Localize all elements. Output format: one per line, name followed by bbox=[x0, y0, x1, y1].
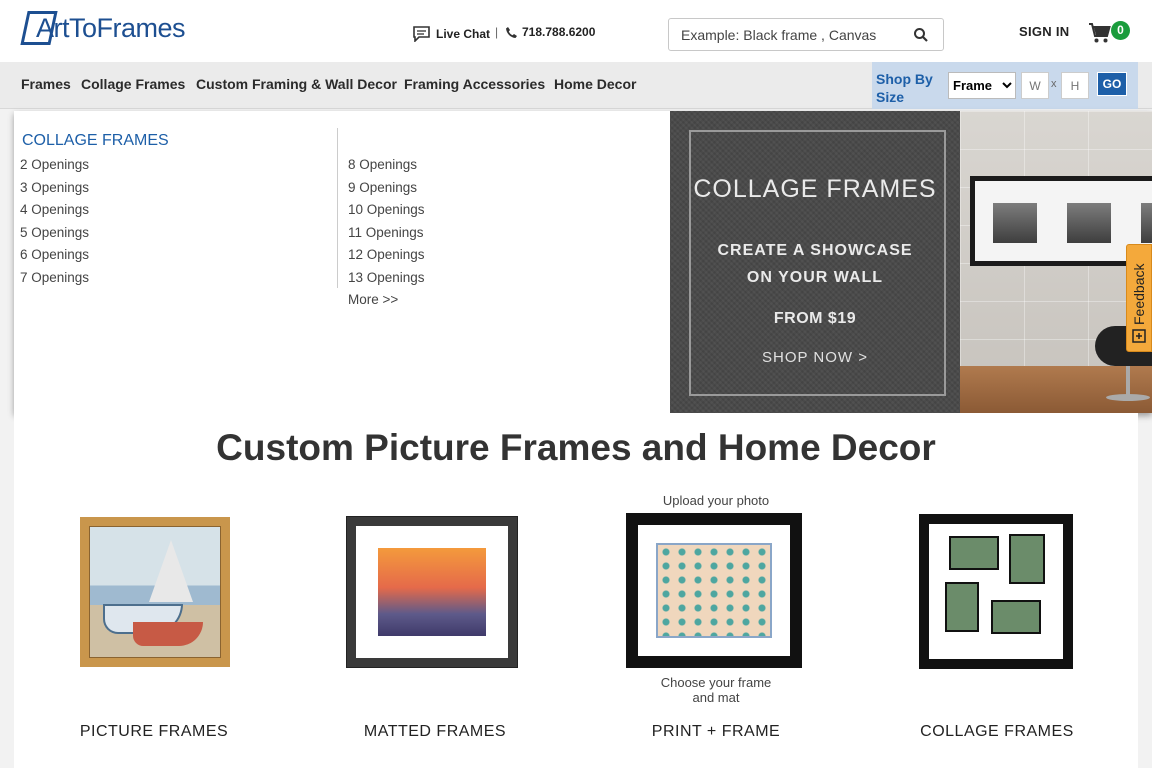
dropdown-divider bbox=[337, 128, 338, 288]
site-header: ArtToFrames Live Chat | 718.788.6200 SIG… bbox=[0, 0, 1152, 62]
page-title: Custom Picture Frames and Home Decor bbox=[216, 427, 936, 468]
collage-photo bbox=[945, 582, 979, 632]
boat bbox=[133, 622, 203, 646]
dropdown-link[interactable]: 3 Openings bbox=[20, 177, 89, 200]
promo-shop-now[interactable]: SHOP NOW > bbox=[670, 349, 960, 366]
elephant-photo bbox=[993, 203, 1037, 243]
choose-frame-text: Choose your frame and mat bbox=[576, 675, 856, 705]
balloon-sunset-photo bbox=[378, 548, 486, 636]
dropdown-link[interactable]: 12 Openings bbox=[348, 244, 425, 267]
promo-title: COLLAGE FRAMES bbox=[693, 175, 937, 203]
dropdown-link[interactable]: 10 Openings bbox=[348, 199, 425, 222]
dropdown-link[interactable]: 13 Openings bbox=[348, 267, 425, 290]
main-content: Custom Picture Frames and Home Decor PIC… bbox=[14, 413, 1138, 768]
print-frame-image bbox=[626, 513, 802, 668]
umbrella-photo bbox=[656, 543, 772, 638]
choose-frame-line-1: Choose your frame bbox=[660, 675, 772, 690]
dropdown-link[interactable]: 5 Openings bbox=[20, 222, 89, 245]
logo-text: ArtToFrames bbox=[36, 12, 186, 43]
cart-count-badge: 0 bbox=[1111, 21, 1130, 40]
shop-by-size-panel: Shop By Size Frame x GO bbox=[872, 62, 1138, 109]
promo-room-image bbox=[960, 111, 1152, 413]
product-caption[interactable]: MATTED FRAMES bbox=[295, 723, 575, 741]
choose-frame-line-2: and mat bbox=[692, 690, 740, 705]
chat-bubble-icon bbox=[413, 26, 430, 42]
collage-photo bbox=[1009, 534, 1045, 584]
sign-in-link[interactable]: SIGN IN bbox=[1019, 24, 1070, 39]
search-icon[interactable] bbox=[913, 27, 929, 43]
dropdown-link[interactable]: 6 Openings bbox=[20, 244, 89, 267]
dropdown-link[interactable]: 7 Openings bbox=[20, 267, 89, 290]
upload-photo-text: Upload your photo bbox=[662, 493, 770, 508]
collage-photo bbox=[949, 536, 999, 570]
dropdown-column-1: 2 Openings 3 Openings 4 Openings 5 Openi… bbox=[20, 154, 89, 289]
nav-custom-framing[interactable]: Custom Framing & Wall Decor bbox=[196, 76, 397, 92]
phone-icon bbox=[506, 26, 517, 38]
dropdown-title[interactable]: COLLAGE FRAMES bbox=[22, 132, 169, 150]
live-chat-link[interactable]: Live Chat bbox=[412, 25, 490, 42]
size-type-select[interactable]: Frame bbox=[948, 72, 1016, 99]
promo-price: FROM $19 bbox=[773, 310, 857, 327]
size-go-button[interactable]: GO bbox=[1097, 72, 1127, 96]
product-caption[interactable]: COLLAGE FRAMES bbox=[857, 723, 1137, 741]
main-nav: Frames Collage Frames Custom Framing & W… bbox=[0, 62, 1152, 109]
collage-promo-banner[interactable]: COLLAGE FRAMES CREATE A SHOWCASE ON YOUR… bbox=[670, 111, 960, 413]
product-matted-frames[interactable]: MATTED FRAMES bbox=[295, 493, 575, 758]
dropdown-link[interactable]: 4 Openings bbox=[20, 199, 89, 222]
width-input[interactable] bbox=[1021, 72, 1049, 99]
product-caption[interactable]: PRINT + FRAME bbox=[576, 723, 856, 741]
product-print-and-frame[interactable]: Upload your photo Choose your frame and … bbox=[576, 493, 856, 758]
nav-collage-frames[interactable]: Collage Frames bbox=[81, 76, 185, 92]
feedback-label: Feedback bbox=[1131, 263, 1147, 325]
search-box bbox=[668, 18, 944, 51]
cart-button[interactable]: 0 bbox=[1088, 20, 1132, 46]
elephant-photo bbox=[1067, 203, 1111, 243]
height-input[interactable] bbox=[1061, 72, 1089, 99]
dropdown-link[interactable]: 2 Openings bbox=[20, 154, 89, 177]
phone-number: 718.788.6200 bbox=[522, 25, 596, 39]
dropdown-link[interactable]: 11 Openings bbox=[348, 222, 425, 245]
promo-tagline-line-2: ON YOUR WALL bbox=[746, 269, 884, 286]
nav-home-decor[interactable]: Home Decor bbox=[554, 76, 636, 92]
floor bbox=[960, 366, 1152, 413]
chair-stand bbox=[1126, 366, 1130, 396]
sail bbox=[149, 540, 193, 602]
shop-by-size-label: Shop By Size bbox=[876, 71, 933, 105]
search-input[interactable] bbox=[669, 19, 909, 50]
cart-icon bbox=[1089, 23, 1111, 43]
promo-tagline-line-1: CREATE A SHOWCASE bbox=[717, 242, 913, 259]
elephant-photo bbox=[1141, 203, 1152, 243]
dropdown-link[interactable]: 9 Openings bbox=[348, 177, 425, 200]
collage-photo bbox=[991, 600, 1041, 634]
nav-framing-accessories[interactable]: Framing Accessories bbox=[404, 76, 545, 92]
dropdown-column-2: 8 Openings 9 Openings 10 Openings 11 Ope… bbox=[348, 154, 425, 312]
live-chat-label: Live Chat bbox=[436, 26, 491, 41]
picture-frame-image bbox=[80, 517, 230, 667]
wall-collage-frame bbox=[970, 176, 1152, 266]
promo-tagline: CREATE A SHOWCASE ON YOUR WALL bbox=[670, 237, 960, 291]
product-caption[interactable]: PICTURE FRAMES bbox=[14, 723, 294, 741]
dropdown-more-link[interactable]: More >> bbox=[348, 289, 425, 312]
dropdown-link[interactable]: 8 Openings bbox=[348, 154, 425, 177]
collage-frames-dropdown: COLLAGE FRAMES 2 Openings 3 Openings 4 O… bbox=[14, 111, 1152, 413]
feedback-icon bbox=[1132, 329, 1146, 343]
chair-base bbox=[1106, 394, 1150, 401]
phone-link[interactable]: 718.788.6200 bbox=[505, 25, 595, 39]
feedback-tab[interactable]: Feedback bbox=[1126, 244, 1152, 352]
size-x-label: x bbox=[1051, 78, 1057, 90]
matted-frame-image bbox=[347, 517, 517, 667]
nav-frames[interactable]: Frames bbox=[21, 76, 71, 92]
product-picture-frames[interactable]: PICTURE FRAMES bbox=[14, 493, 294, 758]
product-collage-frames[interactable]: COLLAGE FRAMES bbox=[857, 493, 1137, 758]
site-logo[interactable]: ArtToFrames bbox=[20, 10, 199, 46]
header-separator: | bbox=[495, 25, 499, 39]
collage-frame-image bbox=[919, 514, 1073, 669]
